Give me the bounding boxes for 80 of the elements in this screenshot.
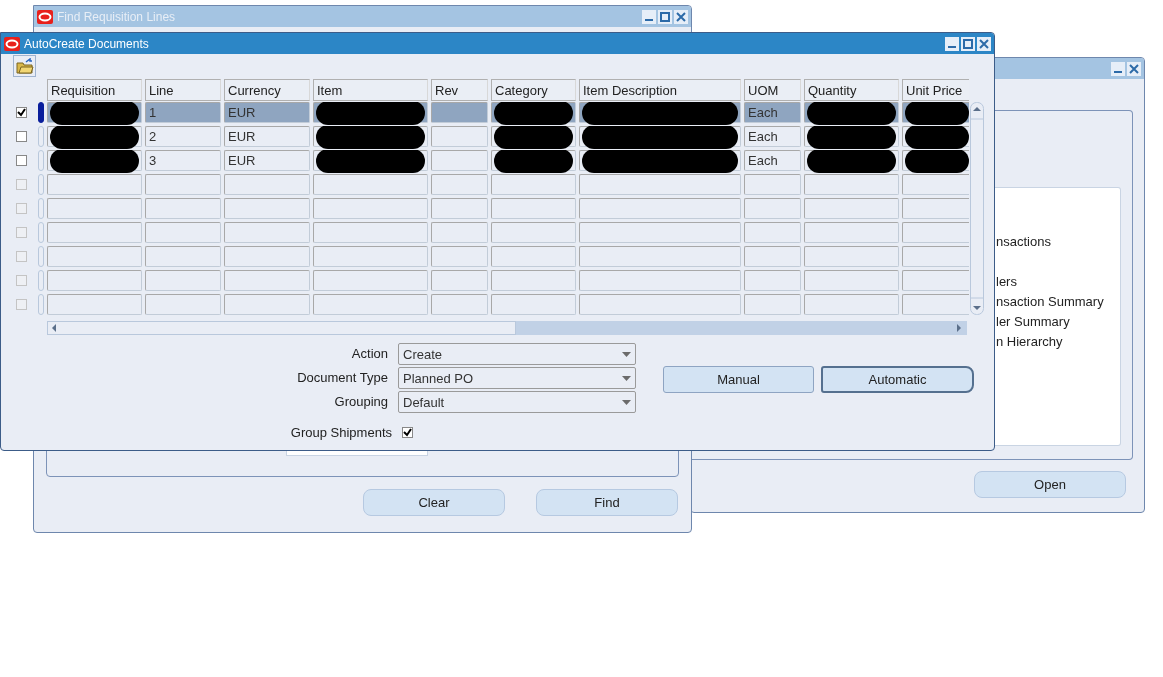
table-cell	[431, 126, 488, 147]
table-cell	[902, 270, 969, 291]
table-cell: 3	[145, 150, 221, 171]
list-item[interactable]: lers	[996, 272, 1120, 292]
list-item[interactable]: nsaction Summary	[996, 292, 1120, 312]
action-button[interactable]: Find	[536, 489, 678, 516]
table-cell	[744, 270, 801, 291]
table-cell: EUR	[224, 102, 310, 123]
table-cell: Each	[744, 102, 801, 123]
table-cell	[431, 174, 488, 195]
app-logo-icon	[4, 36, 20, 51]
column-header[interactable]: Item	[313, 79, 428, 101]
column-header[interactable]: Rev	[431, 79, 488, 101]
field-label: Action	[350, 345, 388, 363]
caret-icon	[622, 351, 631, 357]
list-item[interactable]: n Hierarchy	[996, 332, 1120, 352]
table-cell	[431, 150, 488, 171]
table-cell	[431, 246, 488, 267]
table-cell	[902, 174, 969, 195]
column-header[interactable]: Item Description	[579, 79, 741, 101]
table-cell	[431, 102, 488, 123]
window-title: AutoCreate Documents	[23, 36, 150, 51]
close-icon[interactable]	[674, 9, 688, 24]
table-cell	[902, 198, 969, 219]
close-icon[interactable]	[977, 36, 991, 51]
table-cell	[431, 222, 488, 243]
row-indicator[interactable]	[38, 102, 44, 123]
table-cell	[431, 198, 488, 219]
column-header[interactable]: UOM	[744, 79, 801, 101]
table-cell	[902, 222, 969, 243]
field-label: Group Shipments	[289, 425, 392, 440]
table-cell	[744, 222, 801, 243]
table-cell: 2	[145, 126, 221, 147]
table-cell	[902, 246, 969, 267]
minimize-icon[interactable]	[1111, 61, 1125, 76]
list-item[interactable]: ler Summary	[996, 312, 1120, 332]
row-checkbox[interactable]	[15, 155, 27, 166]
table-cell	[744, 246, 801, 267]
table-cell: Each	[744, 126, 801, 147]
column-header[interactable]: Line	[145, 79, 221, 101]
dropdown-field[interactable]: Create	[398, 343, 636, 365]
table-cell: Each	[744, 150, 801, 171]
column-header[interactable]: Currency	[224, 79, 310, 101]
table-cell	[744, 294, 801, 315]
list-item[interactable]: nsactions	[996, 232, 1120, 252]
group-shipments-checkbox[interactable]	[402, 427, 413, 438]
column-header[interactable]: Category	[491, 79, 576, 101]
dropdown-field[interactable]: Planned PO	[398, 367, 636, 389]
row-checkbox[interactable]	[15, 107, 27, 118]
column-header[interactable]: Unit Price	[902, 79, 969, 101]
column-header[interactable]: Quantity	[804, 79, 899, 101]
table-cell	[431, 294, 488, 315]
maximize-icon[interactable]	[658, 9, 672, 24]
table-cell: 1	[145, 102, 221, 123]
open-button[interactable]: Open	[974, 471, 1126, 498]
minimize-icon[interactable]	[945, 36, 959, 51]
table-cell: EUR	[224, 126, 310, 147]
table-cell	[744, 174, 801, 195]
minimize-icon[interactable]	[642, 9, 656, 24]
field-label: Grouping	[333, 393, 388, 411]
caret-icon	[622, 375, 631, 381]
action-button[interactable]: Clear	[363, 489, 505, 516]
action-button[interactable]: Manual	[663, 365, 814, 393]
dropdown-field[interactable]: Default	[398, 391, 636, 413]
field-label: Document Type	[296, 369, 388, 387]
table-cell	[431, 270, 488, 291]
action-button[interactable]: Automatic	[821, 365, 974, 393]
caret-icon	[622, 399, 631, 405]
table-cell: EUR	[224, 150, 310, 171]
column-header[interactable]: Requisition	[47, 79, 142, 101]
maximize-icon[interactable]	[961, 36, 975, 51]
window-title: Find Requisition Lines	[56, 9, 177, 24]
table-cell	[744, 198, 801, 219]
row-checkbox[interactable]	[15, 131, 27, 142]
folder-icon[interactable]	[13, 55, 36, 77]
close-icon[interactable]	[1127, 61, 1141, 76]
horizontal-scrollbar[interactable]	[47, 321, 967, 335]
app-logo-icon	[37, 9, 53, 24]
vertical-scrollbar[interactable]	[970, 102, 984, 315]
table-cell	[902, 294, 969, 315]
